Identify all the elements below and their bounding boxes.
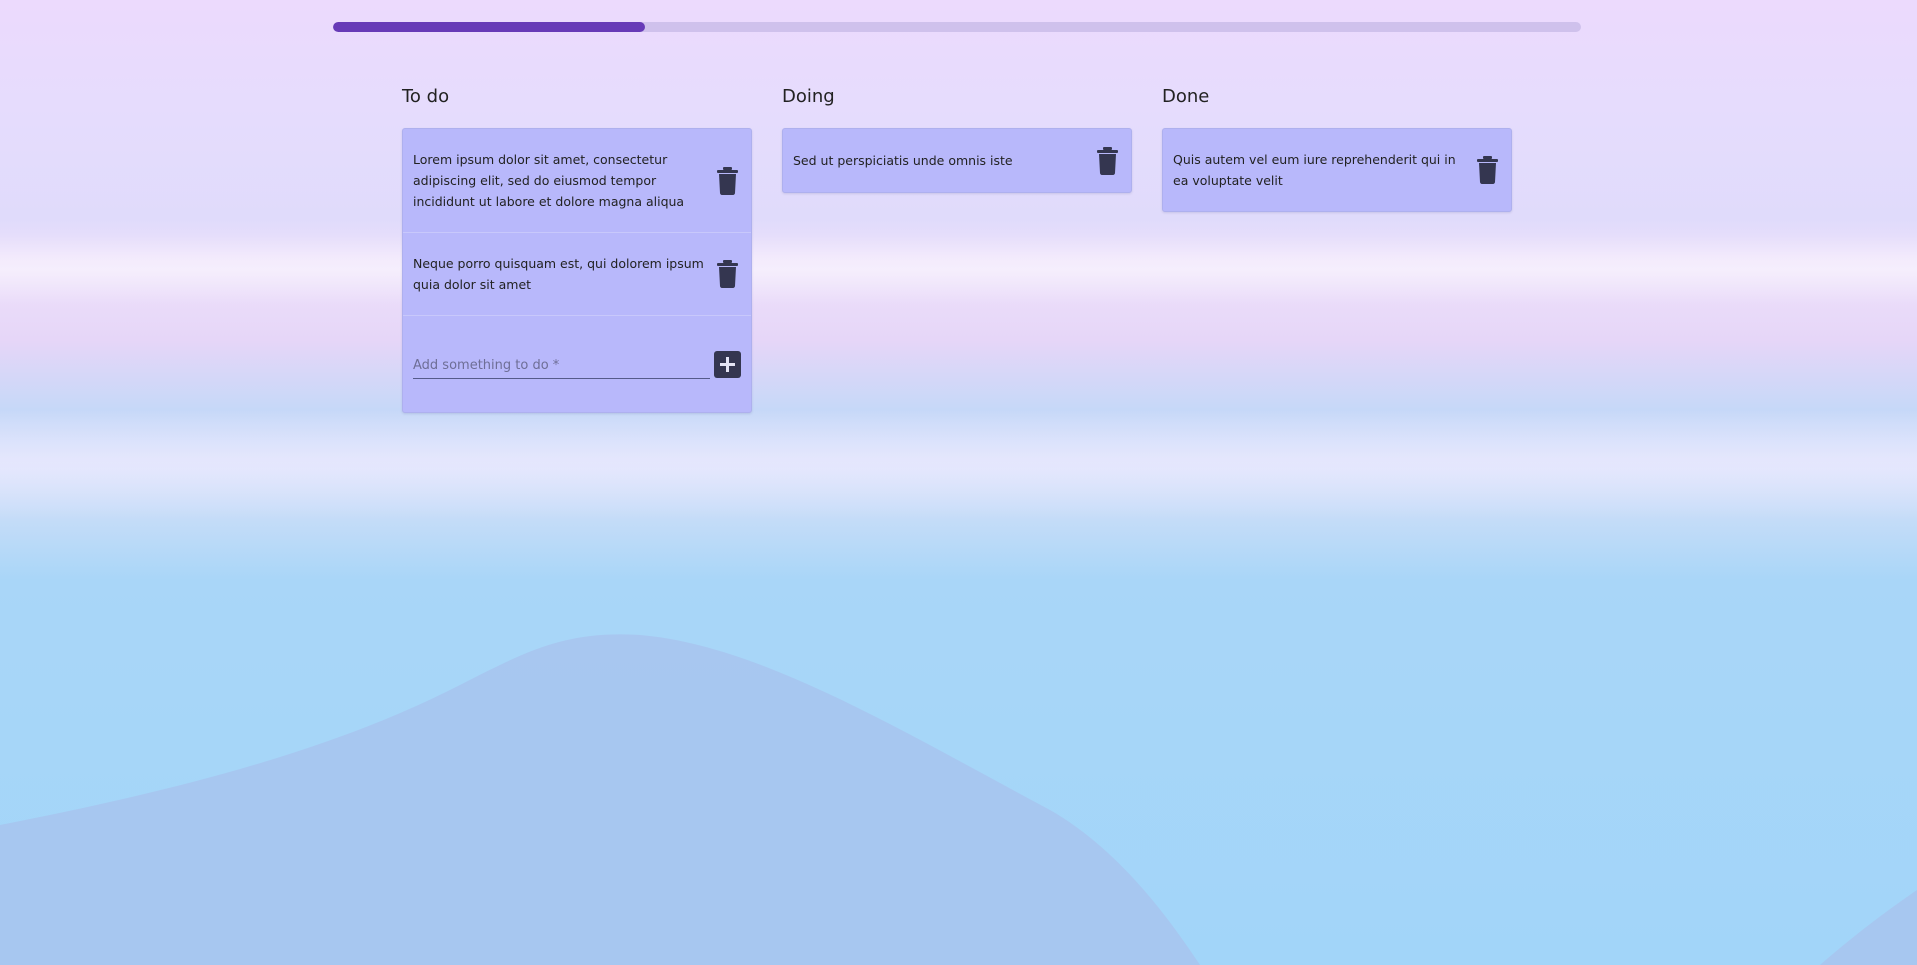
background-band [0,235,1917,305]
card-list: Sed ut perspiciatis unde omnis iste [782,128,1132,193]
column-title: Doing [782,86,835,107]
delete-button[interactable] [1473,155,1501,185]
plus-icon [720,356,735,372]
progress-fill [333,22,645,32]
background-band [0,410,1917,520]
task-text: Quis autem vel eum iure reprehenderit qu… [1173,152,1456,188]
add-task-input[interactable] [413,353,710,379]
column-title: To do [402,86,450,107]
trash-icon [716,260,738,288]
task-card[interactable]: Lorem ipsum dolor sit amet, consectetur … [403,129,751,233]
task-text: Sed ut perspiciatis unde omnis iste [793,153,1013,168]
column-done: Done Quis autem vel eum iure reprehender… [1162,82,1512,212]
progress-bar [333,22,1581,32]
add-task-button[interactable] [714,350,741,378]
task-card[interactable]: Neque porro quisquam est, qui dolorem ip… [403,233,751,316]
delete-button[interactable] [713,166,741,196]
task-text: Neque porro quisquam est, qui dolorem ip… [413,256,704,292]
add-task-row [403,316,751,412]
task-text: Lorem ipsum dolor sit amet, consectetur … [413,152,685,209]
task-card[interactable]: Quis autem vel eum iure reprehenderit qu… [1163,129,1511,211]
card-list: Lorem ipsum dolor sit amet, consectetur … [402,128,752,413]
column-title: Done [1162,86,1210,107]
delete-button[interactable] [713,259,741,289]
column-todo: To do Lorem ipsum dolor sit amet, consec… [402,82,752,413]
trash-icon [1476,156,1498,184]
trash-icon [1096,146,1118,175]
task-card[interactable]: Sed ut perspiciatis unde omnis iste [783,129,1131,192]
card-list: Quis autem vel eum iure reprehenderit qu… [1162,128,1512,212]
column-doing: Doing Sed ut perspiciatis unde omnis ist… [782,82,1132,193]
background-hills [0,634,1917,965]
trash-icon [716,166,738,195]
delete-button[interactable] [1093,146,1121,176]
